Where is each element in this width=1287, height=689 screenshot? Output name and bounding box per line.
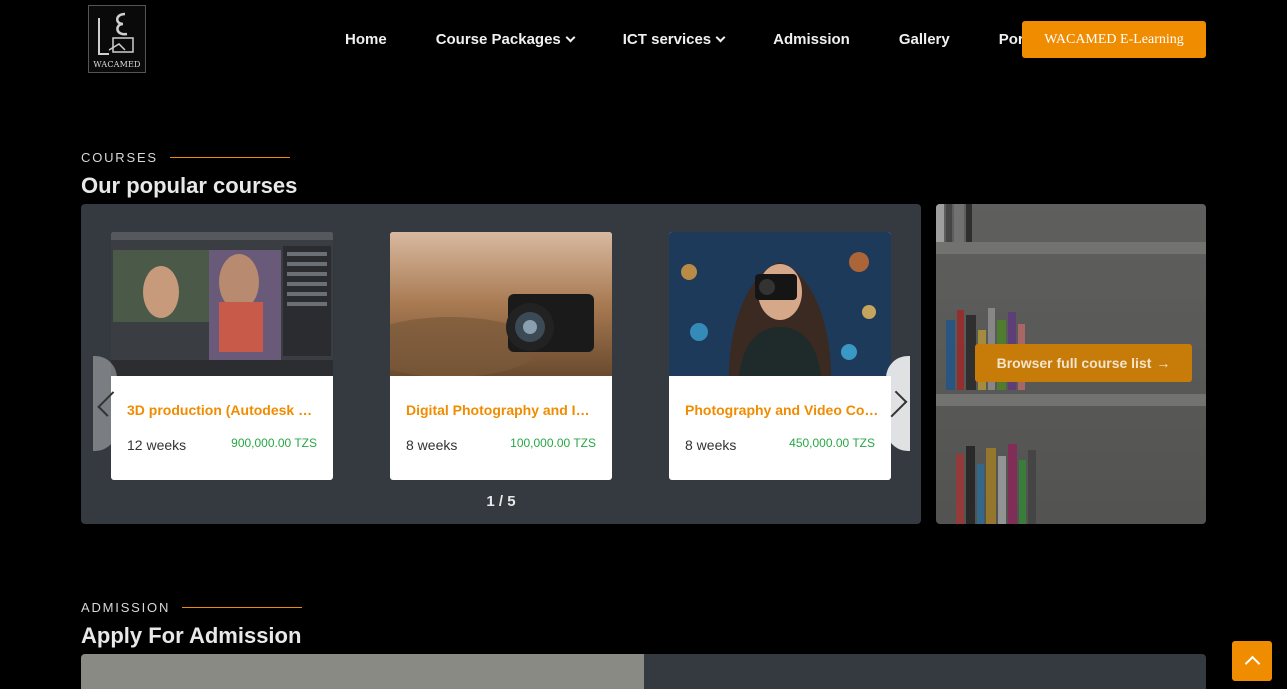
- course-thumbnail-3d: [111, 232, 333, 376]
- course-card[interactable]: 3D production (Autodesk Maya) 12 weeks 9…: [111, 232, 333, 480]
- course-thumbnail-photographer: [669, 232, 891, 376]
- nav-gallery-label: Gallery: [898, 30, 950, 48]
- main-nav: Home Course Packages ICT services Admiss…: [330, 0, 1099, 78]
- course-price: 900,000.00 TZS: [231, 436, 317, 450]
- course-duration: 8 weeks: [406, 437, 458, 453]
- browse-course-list-label: Browser full course list: [996, 355, 1152, 371]
- chevron-up-icon: [1244, 655, 1260, 672]
- admission-image: [81, 654, 644, 689]
- courses-eyebrow-text: COURSES: [81, 150, 158, 165]
- eyebrow-rule: [169, 157, 290, 158]
- chevron-down-icon: [715, 32, 726, 42]
- course-title[interactable]: 3D production (Autodesk Maya): [127, 402, 321, 418]
- nav-course-packages[interactable]: Course Packages: [421, 30, 576, 48]
- arrow-right-icon: →: [1156, 355, 1171, 371]
- admission-form-panel: [644, 654, 1206, 689]
- courses-title: Our popular courses: [81, 173, 298, 198]
- admission-eyebrow-text: ADMISSION: [81, 600, 171, 615]
- course-carousel: 3D production (Autodesk Maya) 12 weeks 9…: [81, 204, 921, 524]
- site-logo[interactable]: WACAMED: [88, 5, 146, 73]
- nav-home-label: Home: [345, 30, 387, 48]
- course-thumbnail-camera: [390, 232, 612, 376]
- course-price: 100,000.00 TZS: [510, 436, 596, 450]
- carousel-prev-button[interactable]: [93, 356, 123, 451]
- back-to-top-button[interactable]: [1232, 641, 1272, 681]
- nav-ict-services-label: ICT services: [622, 30, 712, 48]
- page: WACAMED Home Course Packages ICT service…: [0, 0, 1287, 689]
- carousel-pager: 1 / 5: [486, 493, 516, 510]
- browse-courses-panel: Browser full course list →: [936, 204, 1206, 524]
- course-title[interactable]: Photography and Video Coverage: [685, 402, 879, 418]
- eyebrow-rule: [182, 607, 303, 608]
- nav-home[interactable]: Home: [330, 31, 387, 48]
- admission-title: Apply For Admission: [81, 623, 302, 648]
- course-price: 450,000.00 TZS: [789, 436, 875, 450]
- carousel-next-button[interactable]: [880, 356, 910, 451]
- course-card[interactable]: Digital Photography and Image Editing 8 …: [390, 232, 612, 480]
- course-title[interactable]: Digital Photography and Image Editing: [406, 402, 600, 418]
- nav-gallery[interactable]: Gallery: [884, 31, 950, 48]
- logo-text: WACAMED: [93, 60, 141, 69]
- nav-admission-label: Admission: [773, 30, 850, 48]
- elearning-button[interactable]: WACAMED E-Learning: [1022, 21, 1206, 58]
- nav-admission[interactable]: Admission: [758, 31, 850, 48]
- logo-mark-icon: [98, 12, 134, 55]
- nav-course-packages-label: Course Packages: [435, 30, 561, 48]
- course-duration: 8 weeks: [685, 437, 737, 453]
- nav-ict-services[interactable]: ICT services: [608, 30, 726, 48]
- courses-eyebrow: COURSES: [81, 150, 290, 165]
- chevron-down-icon: [565, 32, 576, 42]
- admission-eyebrow: ADMISSION: [81, 600, 303, 615]
- browse-course-list-button[interactable]: Browser full course list →: [975, 344, 1192, 382]
- course-card[interactable]: Photography and Video Coverage 8 weeks 4…: [669, 232, 891, 480]
- course-duration: 12 weeks: [127, 437, 187, 453]
